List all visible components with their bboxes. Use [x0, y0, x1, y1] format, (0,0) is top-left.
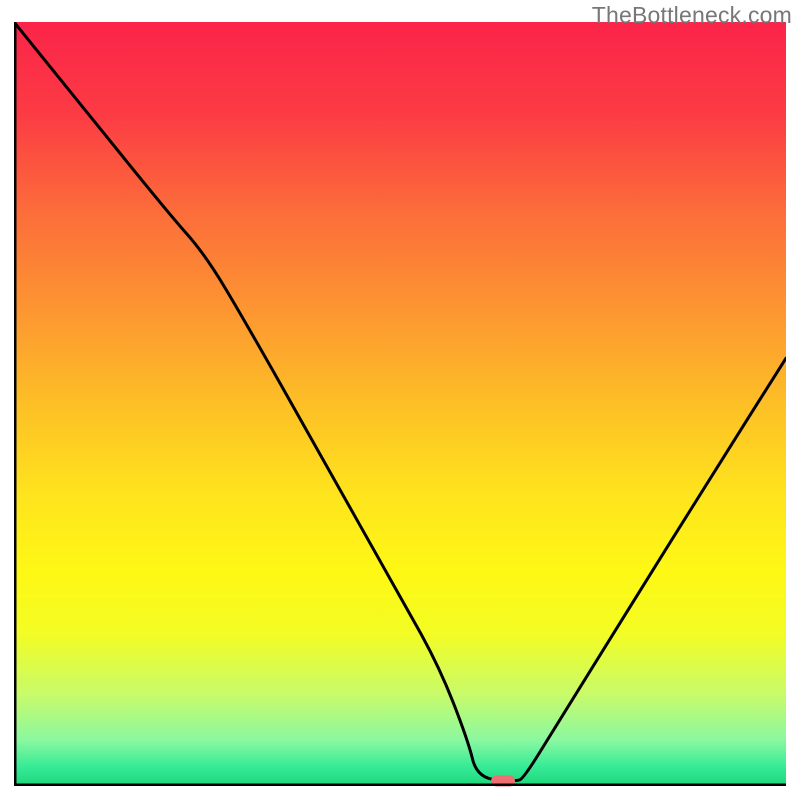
bottleneck-curve	[14, 22, 786, 786]
watermark-text: TheBottleneck.com	[592, 2, 792, 29]
bottleneck-marker	[491, 776, 515, 787]
chart-canvas: TheBottleneck.com	[0, 0, 800, 800]
